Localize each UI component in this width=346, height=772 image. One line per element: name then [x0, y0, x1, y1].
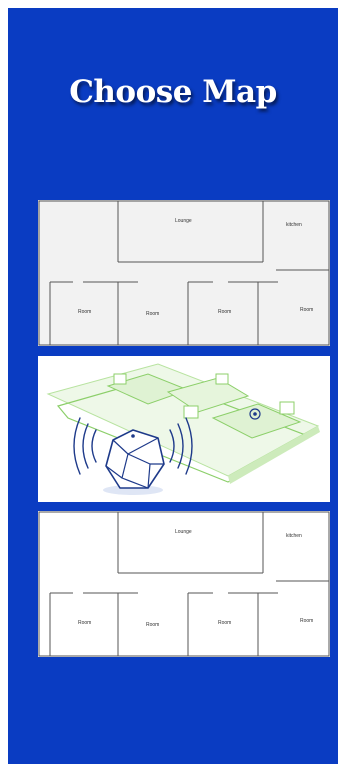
label-kitchen: kitchen [286, 533, 302, 539]
beacon-smart-home-icon [38, 356, 330, 502]
label-room-3: Room [218, 309, 231, 315]
choose-map-screen: Choose Map Lounge kitchen Room Room Room… [8, 8, 338, 764]
floorplan-2-drawing: Lounge kitchen Room Room Room Room [38, 511, 330, 657]
label-room-4: Room [300, 618, 313, 624]
floorplan-1-drawing: Lounge kitchen Room Room Room Room [38, 200, 330, 346]
label-room-2: Room [146, 622, 159, 628]
label-room-4: Room [300, 307, 313, 313]
map-option-floorplan-1[interactable]: Lounge kitchen Room Room Room Room [38, 200, 330, 346]
label-room-3: Room [218, 620, 231, 626]
map-option-beacon-illustration[interactable] [38, 356, 330, 502]
label-kitchen: kitchen [286, 222, 302, 228]
label-lounge: Lounge [175, 529, 192, 535]
map-option-floorplan-2[interactable]: Lounge kitchen Room Room Room Room [38, 511, 330, 657]
label-lounge: Lounge [175, 218, 192, 224]
label-room-2: Room [146, 311, 159, 317]
label-room-1: Room [78, 620, 91, 626]
page-title: Choose Map [69, 74, 277, 110]
label-room-1: Room [78, 309, 91, 315]
